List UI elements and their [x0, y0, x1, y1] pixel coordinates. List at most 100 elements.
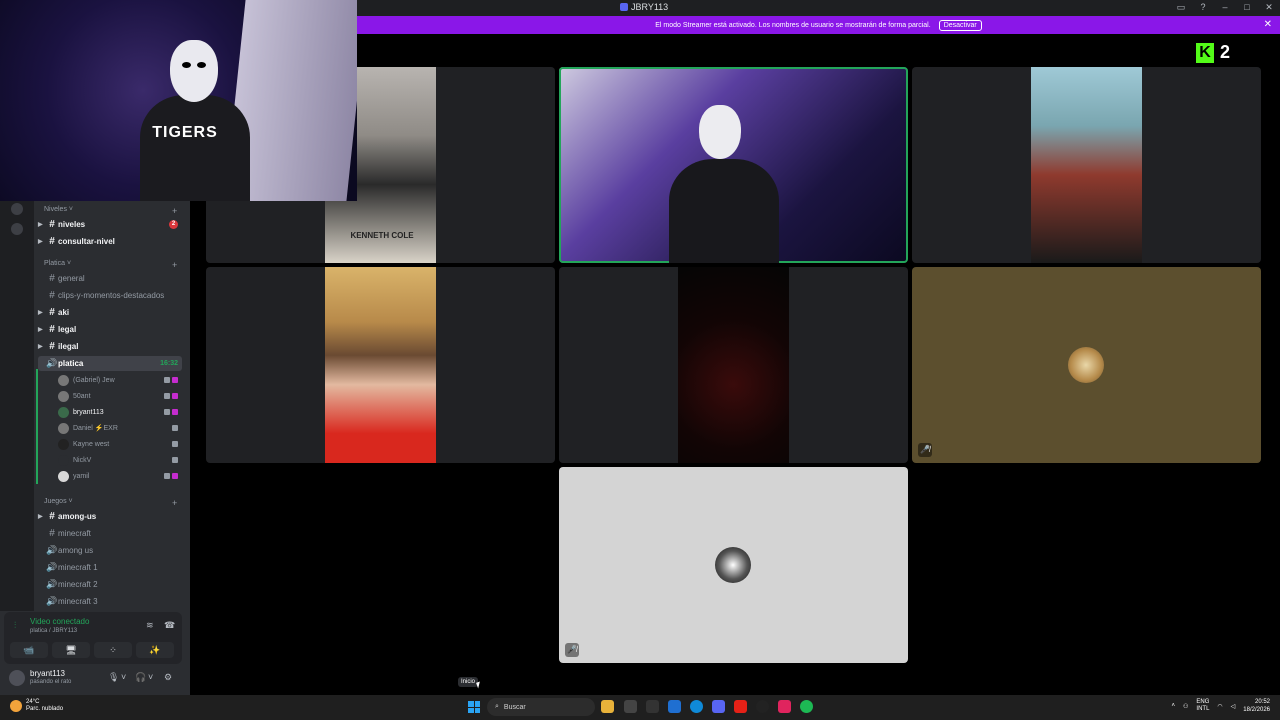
server-icon[interactable]: [11, 223, 23, 235]
category-platica[interactable]: Platica ˅ +: [44, 260, 177, 270]
microphone-icon[interactable]: 🎙: [108, 672, 119, 683]
voice-channel-minecraft-2[interactable]: 🔊 minecraft 2: [38, 577, 182, 592]
voice-channel-minecraft-3[interactable]: 🔊 minecraft 3: [38, 594, 182, 609]
wifi-icon[interactable]: ◠: [1217, 703, 1222, 710]
hash-icon: #: [49, 307, 55, 318]
live-icon: [172, 377, 178, 383]
spotify-icon[interactable]: [800, 700, 813, 713]
discord-icon[interactable]: [712, 700, 725, 713]
maximize-button[interactable]: □: [1242, 2, 1252, 13]
taskbar-search[interactable]: ⌕ Buscar: [487, 698, 595, 716]
discord-icon: [620, 3, 628, 11]
voice-user[interactable]: 50ant: [58, 389, 182, 403]
youtube-icon[interactable]: [734, 700, 747, 713]
noise-suppression-icon[interactable]: ≋: [146, 620, 154, 631]
avatar: [1068, 347, 1104, 383]
app-icon[interactable]: [778, 700, 791, 713]
voice-channel-minecraft-1[interactable]: 🔊 minecraft 1: [38, 560, 182, 575]
channel-consultar-nivel[interactable]: ▶ # consultar-nivel: [38, 234, 182, 249]
tray-expand-icon[interactable]: ˄: [1172, 703, 1176, 709]
search-icon: ⌕: [495, 703, 499, 710]
hash-icon: #: [49, 341, 55, 352]
channel-among-us[interactable]: ▶ # among-us: [38, 509, 182, 524]
channel-label: minecraft: [58, 529, 91, 538]
clock[interactable]: 20:52 18/2/2026: [1243, 698, 1270, 714]
voice-status[interactable]: Video conectado: [30, 617, 89, 626]
store-icon[interactable]: [646, 700, 659, 713]
minimize-button[interactable]: –: [1220, 2, 1230, 13]
voice-user[interactable]: bryant113: [58, 405, 182, 419]
camera-button[interactable]: 📹: [10, 642, 48, 658]
voice-channel-platica[interactable]: 🔊 platica 16:32: [38, 356, 182, 371]
voice-channel-among-us[interactable]: 🔊 among us: [38, 543, 182, 558]
channel-minecraft[interactable]: # minecraft: [38, 526, 182, 541]
activities-button[interactable]: ⁘: [94, 642, 132, 658]
channel-label: aki: [58, 308, 70, 317]
add-channel-icon[interactable]: +: [172, 498, 177, 508]
channel-aki[interactable]: ▶ # aki: [38, 305, 182, 320]
voice-user[interactable]: Kayne west: [58, 437, 182, 451]
voice-user[interactable]: (Gabriel) Jew: [58, 373, 182, 387]
help-icon[interactable]: ?: [1198, 2, 1208, 13]
channel-label: niveles: [58, 220, 86, 229]
channel-ilegal[interactable]: ▶ # ilegal: [38, 339, 182, 354]
chevron-down-icon[interactable]: ˅: [148, 672, 153, 682]
headphones-icon[interactable]: 🎧: [135, 672, 146, 683]
category-label: Juegos ˅: [44, 498, 73, 505]
camera-icon: [172, 425, 178, 431]
language-indicator[interactable]: ENG INTL: [1196, 699, 1209, 713]
weather-desc: Parc. nublado: [26, 706, 64, 712]
unread-arrow-icon: ▶: [38, 344, 43, 350]
voice-user[interactable]: Daniel ⚡EXR: [58, 421, 182, 435]
add-channel-icon[interactable]: +: [172, 260, 177, 270]
voice-user-name: 50ant: [73, 392, 91, 400]
channel-general[interactable]: # general: [38, 271, 182, 286]
screen-share-button[interactable]: 🖥: [52, 642, 90, 658]
file-explorer-icon[interactable]: [601, 700, 614, 713]
volume-icon[interactable]: ◁: [1231, 703, 1236, 710]
user-name[interactable]: bryant113: [30, 669, 65, 678]
video-tile-speaking[interactable]: [559, 67, 908, 263]
add-channel-icon[interactable]: +: [172, 206, 177, 216]
video-tile[interactable]: [912, 67, 1261, 263]
category-label: Niveles ˅: [44, 206, 73, 213]
weather-widget[interactable]: 24°C Parc. nublado: [10, 699, 63, 713]
tray-app-icon[interactable]: ⚇: [1183, 703, 1188, 710]
mail-icon[interactable]: [668, 700, 681, 713]
video-tile[interactable]: [206, 267, 555, 463]
category-juegos[interactable]: Juegos ˅ +: [44, 498, 177, 508]
weather-temp: 24°C: [26, 699, 40, 705]
voice-channel-path[interactable]: platica / JBRY113: [30, 628, 77, 634]
hash-icon: #: [49, 290, 55, 301]
obs-icon[interactable]: [756, 700, 769, 713]
category-niveles[interactable]: Niveles ˅ +: [44, 206, 177, 216]
soundboard-button[interactable]: ✨: [136, 642, 174, 658]
settings-icon[interactable]: ⚙: [164, 672, 172, 683]
server-icon[interactable]: [11, 203, 23, 215]
live-icon: [172, 409, 178, 415]
kick-logo-icon: K: [1196, 42, 1214, 63]
close-button[interactable]: ✕: [1264, 2, 1274, 13]
channel-label: among-us: [58, 512, 97, 521]
video-feed: [1031, 67, 1142, 263]
channel-legal[interactable]: ▶ # legal: [38, 322, 182, 337]
windows-start-icon[interactable]: [468, 701, 480, 713]
app-icon[interactable]: [624, 700, 637, 713]
unread-arrow-icon: ▶: [38, 514, 43, 520]
chevron-down-icon[interactable]: ˅: [121, 672, 126, 682]
inbox-icon[interactable]: ▭: [1176, 2, 1186, 13]
banner-close-icon[interactable]: ✕: [1264, 19, 1272, 30]
voice-user[interactable]: yamil: [58, 469, 182, 483]
edge-icon[interactable]: [690, 700, 703, 713]
channel-niveles[interactable]: ▶ # niveles 2: [38, 217, 182, 232]
channel-label: minecraft 1: [58, 563, 98, 572]
channel-clips[interactable]: # clips-y-momentos-destacados: [38, 288, 182, 303]
disconnect-icon[interactable]: ☎: [164, 620, 175, 631]
win-pane: [474, 701, 480, 707]
voice-user[interactable]: NickV: [58, 453, 182, 467]
avatar-tile[interactable]: 🎤̸: [912, 267, 1261, 463]
avatar-tile[interactable]: 🎤̸: [559, 467, 908, 663]
disable-streamer-button[interactable]: Desactivar: [938, 19, 982, 31]
video-tile[interactable]: [559, 267, 908, 463]
avatar[interactable]: [9, 670, 25, 686]
